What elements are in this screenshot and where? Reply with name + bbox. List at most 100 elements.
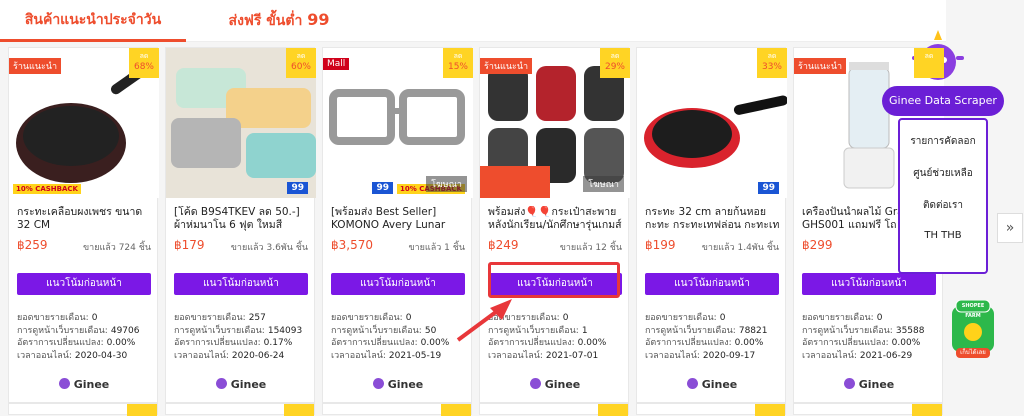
discount-badge: ลด 33%	[757, 48, 787, 78]
ginee-logo-icon	[843, 378, 855, 389]
product-stats: ยอดขายรายเดือน: 257 การดูหน้าเว็บรายเดือน:…	[174, 312, 312, 362]
recommended-shop-badge: ร้านแนะนำ	[480, 58, 533, 74]
stat-online-time: เวลาออนไลน์: 2020-04-30	[17, 350, 128, 361]
shopee-farm-label: SHOPEE FARM	[961, 303, 985, 319]
previous-trend-button[interactable]: แนวโน้มก่อนหน้า	[17, 273, 151, 295]
tab-free-shipping[interactable]: ส่งฟรี ขั้นต่ำ 99	[186, 0, 372, 42]
menu-item-help-center[interactable]: ศูนย์ช่วยเหลือ	[900, 166, 986, 181]
discount-badge: ลด 29%	[600, 48, 630, 78]
recommended-shop-badge: ร้านแนะนำ	[9, 58, 62, 74]
discount-badge: ลด 68%	[129, 48, 159, 78]
ginee-logo-icon	[686, 378, 698, 389]
shopee-farm-widget[interactable]: SHOPEE FARM เก็บได้เลย	[950, 299, 996, 358]
product-card[interactable]: ร้านแนะนำ ลด 68% 10% CASHBACK กระทะเคลือบผงเ…	[8, 47, 159, 403]
stat-conversion: อัตราการเปลี่ยนแปลง: 0.17%	[174, 338, 293, 348]
menu-item-contact-us[interactable]: ติดต่อเรา	[900, 198, 986, 213]
ginee-data-scraper-button[interactable]: Ginee Data Scraper	[882, 86, 1004, 116]
discount-badge: ลด	[914, 48, 944, 78]
discount-badge: ลด 15%	[443, 48, 473, 78]
tab-daily-recommended[interactable]: สินค้าแนะนำประจำวัน	[0, 0, 186, 42]
product-sold-count: ขายแล้ว 1.4พัน ชิ้น	[701, 243, 779, 253]
product-stats: ยอดขายรายเดือน: 0 การดูหน้าเว็บรายเดือน: 50…	[331, 312, 469, 362]
product-price: ฿299	[802, 238, 833, 252]
ginee-brand: Ginee	[794, 378, 944, 391]
stat-monthly-sales: ยอดขายรายเดือน: 0	[645, 313, 726, 323]
stat-monthly-views: การดูหน้าเว็บรายเดือน: 154093	[174, 325, 303, 336]
next-row-card	[165, 403, 315, 416]
product-stats: ยอดขายรายเดือน: 0 การดูหน้าเว็บรายเดือน: 78…	[645, 312, 783, 362]
ginee-logo-icon	[58, 378, 70, 389]
ginee-logo-icon	[372, 378, 384, 389]
previous-trend-button[interactable]: แนวโน้มก่อนหน้า	[174, 273, 308, 295]
discount-badge: ลด 60%	[286, 48, 316, 78]
stat-online-time: เวลาออนไลน์: 2020-09-17	[645, 350, 756, 361]
product-title[interactable]: [พร้อมส่ง Best Seller] KOMONO Avery Luna…	[331, 206, 467, 232]
stat-monthly-sales: ยอดขายรายเดือน: 0	[17, 313, 98, 323]
stat-conversion: อัตราการเปลี่ยนแปลง: 0.00%	[331, 338, 450, 348]
stat-online-time: เวลาออนไลน์: 2021-05-19	[331, 350, 442, 361]
next-arrow-icon[interactable]: »	[997, 213, 1023, 243]
product-sold-count: ขายแล้ว 12 ชิ้น	[559, 243, 622, 253]
stat-conversion: อัตราการเปลี่ยนแปลง: 0.00%	[802, 338, 921, 348]
next-row-card	[793, 403, 943, 416]
stat-monthly-sales: ยอดขายรายเดือน: 257	[174, 313, 266, 323]
product-image[interactable]: ร้านแนะนำ ลด 29% โฆษณา	[480, 48, 630, 198]
stat-monthly-views: การดูหน้าเว็บรายเดือน: 50	[331, 325, 437, 336]
next-row-card	[636, 403, 786, 416]
previous-trend-button[interactable]: แนวโน้มก่อนหน้า	[331, 273, 465, 295]
product-image[interactable]: Mallลด15%9910% CASHBACKโฆษณา	[323, 48, 473, 198]
tab-bar: สินค้าแนะนำประจำวัน ส่งฟรี ขั้นต่ำ 99	[0, 0, 946, 42]
product-title[interactable]: กระทะ 32 cm ลายก้นหอย กะทะ กระทะเทฟล่อน …	[645, 206, 781, 232]
product-card[interactable]: ลด 33% 99 กระทะ 32 cm ลายก้นหอย กะทะ กระทะเ…	[636, 47, 787, 403]
product-card[interactable]: ลด 60% 99 [โค้ด B9S4TKEV ลด 50.-] ผ้าห่มนาโ…	[165, 47, 316, 403]
stat-online-time: เวลาออนไลน์: 2021-06-29	[802, 350, 913, 361]
stat-monthly-sales: ยอดขายรายเดือน: 0	[331, 313, 412, 323]
ginee-logo-icon	[529, 378, 541, 389]
annotation-highlight-box	[488, 262, 620, 298]
tab-free-shipping-label: ส่งฟรี ขั้นต่ำ	[228, 13, 303, 29]
ginee-brand: Ginee	[9, 378, 159, 391]
stat-monthly-sales: ยอดขายรายเดือน: 0	[802, 313, 883, 323]
menu-item-copy-list[interactable]: รายการคัดลอก	[900, 134, 986, 149]
ginee-brand: Ginee	[480, 378, 630, 391]
product-image[interactable]: ลด 60% 99	[166, 48, 316, 198]
stat-online-time: เวลาออนไลน์: 2020-06-24	[174, 350, 285, 361]
product-stats: ยอดขายรายเดือน: 0 การดูหน้าเว็บรายเดือน: 35…	[802, 312, 940, 362]
menu-item-language-currency[interactable]: TH THB	[900, 230, 986, 241]
next-row-card	[479, 403, 629, 416]
next-row-card	[8, 403, 158, 416]
product-sold-count: ขายแล้ว 724 ชิ้น	[82, 243, 151, 253]
ginee-brand: Ginee	[637, 378, 787, 391]
product-image[interactable]: ลด 33% 99	[637, 48, 787, 198]
product-title[interactable]: [โค้ด B9S4TKEV ลด 50.-] ผ้าห่มนาโน 6 ฟุต…	[174, 206, 310, 232]
stat-monthly-views: การดูหน้าเว็บรายเดือน: 35588	[802, 325, 925, 336]
ad-label: โฆษณา	[426, 176, 467, 192]
product-price: ฿199	[645, 238, 676, 252]
cashback-badge: 10% CASHBACK	[13, 184, 81, 194]
product-card[interactable]: ร้านแนะนำ ลด 29% โฆษณาพร้อมส่ง🎈🎈กระเป๋าสะพา…	[479, 47, 630, 403]
product-grid: ร้านแนะนำ ลด 68% 10% CASHBACK กระทะเคลือบผงเ…	[0, 44, 946, 414]
product-title[interactable]: พร้อมส่ง🎈🎈กระเป๋าสะพายหลังนักเรียน/นักศึ…	[488, 206, 624, 232]
annotation-arrow	[456, 299, 512, 342]
product-sold-count: ขายแล้ว 1 ชิ้น	[408, 243, 465, 253]
next-row-card	[322, 403, 472, 416]
product-image[interactable]: ร้านแนะนำ ลด 68% 10% CASHBACK	[9, 48, 159, 198]
ginee-brand: Ginee	[166, 378, 316, 391]
stat-conversion: อัตราการเปลี่ยนแปลง: 0.00%	[17, 338, 136, 348]
product-title[interactable]: กระทะเคลือบผงเพชร ขนาด 32 CM	[17, 206, 153, 232]
recommended-shop-badge: ร้านแนะนำ	[794, 58, 847, 74]
mall-badge: Mall	[323, 58, 350, 70]
ginee-logo-icon	[215, 378, 227, 389]
stat-online-time: เวลาออนไลน์: 2021-07-01	[488, 350, 599, 361]
ginee-brand: Ginee	[323, 378, 473, 391]
product-price: ฿249	[488, 238, 519, 252]
ad-label: โฆษณา	[583, 176, 624, 192]
previous-trend-button[interactable]: แนวโน้มก่อนหน้า	[645, 273, 779, 295]
stat-monthly-views: การดูหน้าเว็บรายเดือน: 78821	[645, 325, 768, 336]
ginee-menu: รายการคัดลอก ศูนย์ช่วยเหลือ ติดต่อเรา TH…	[898, 118, 988, 274]
shopee-farm-cta: เก็บได้เลย	[960, 349, 986, 356]
stat-conversion: อัตราการเปลี่ยนแปลง: 0.00%	[645, 338, 764, 348]
free-shipping-badge: 99	[758, 182, 779, 194]
product-card[interactable]: Mallลด15%9910% CASHBACKโฆษณา[พร้อมส่ง Be…	[322, 47, 473, 403]
previous-trend-button[interactable]: แนวโน้มก่อนหน้า	[802, 273, 936, 295]
